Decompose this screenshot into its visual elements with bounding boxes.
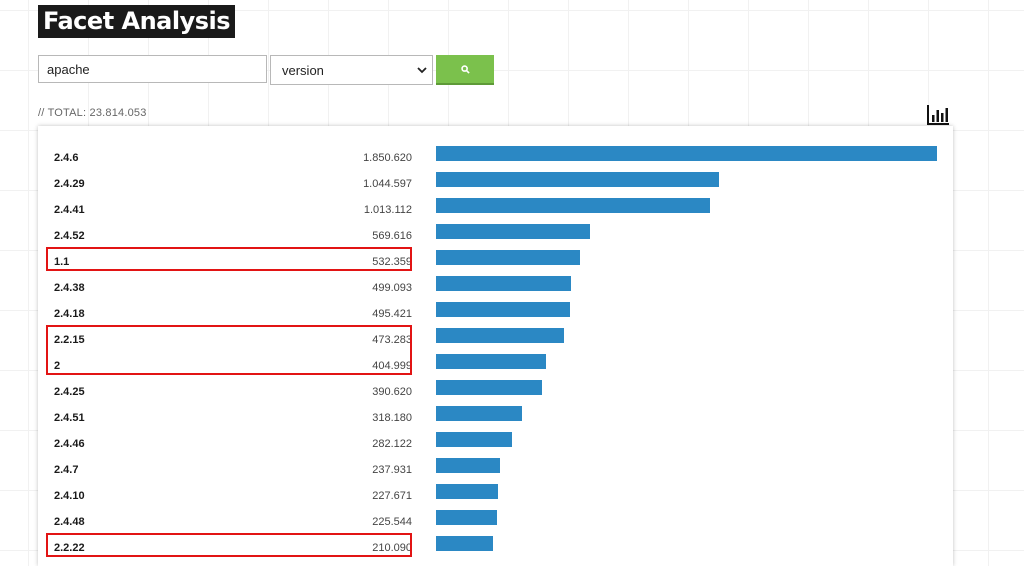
facet-value-label: 2.4.46 <box>54 438 85 450</box>
facet-count: 499.093 <box>372 282 412 294</box>
facet-count: 225.544 <box>372 516 412 528</box>
facet-select[interactable]: version <box>270 55 433 85</box>
facet-value-label: 2.4.29 <box>54 178 85 190</box>
facet-count: 569.616 <box>372 230 412 242</box>
facet-count: 1.044.597 <box>363 178 412 190</box>
search-icon <box>461 65 470 74</box>
facet-bar <box>436 354 546 369</box>
facet-value-label: 2.4.52 <box>54 230 85 242</box>
facet-row[interactable]: 2.2.22 210.090 <box>38 536 953 562</box>
facet-value-label: 2.2.15 <box>54 334 85 346</box>
facet-count: 227.671 <box>372 490 412 502</box>
facet-bar <box>436 276 571 291</box>
facet-count: 532.359 <box>372 256 412 268</box>
facet-row[interactable]: 1.1 532.359 <box>38 250 953 276</box>
chevron-down-icon <box>417 67 427 74</box>
facet-value-label: 2 <box>54 360 61 372</box>
facet-row[interactable]: 2.2.15 473.283 <box>38 328 953 354</box>
facet-value-label: 2.2.22 <box>54 542 85 554</box>
facet-value-label: 2.4.18 <box>54 308 85 320</box>
facet-row[interactable]: 2.4.41 1.013.112 <box>38 198 953 224</box>
page-title: Facet Analysis <box>38 5 236 38</box>
facet-count: 282.122 <box>372 438 412 450</box>
total-count: // TOTAL: 23.814.053 <box>38 107 147 119</box>
facet-bar <box>436 536 493 551</box>
facet-value-label: 2.4.41 <box>54 204 85 216</box>
facet-value-label: 2.4.51 <box>54 412 85 424</box>
facet-bar <box>436 224 590 239</box>
facet-bar <box>436 380 542 395</box>
facet-value-label: 2.4.7 <box>54 464 79 476</box>
facet-row[interactable]: 2.4.10 227.671 <box>38 484 953 510</box>
facet-bar <box>436 250 580 265</box>
facet-count: 1.013.112 <box>363 204 412 216</box>
facet-row[interactable]: 2.4.52 569.616 <box>38 224 953 250</box>
facet-results-panel: 2.4.6 1.850.620 2.4.29 1.044.597 2.4.41 1.013… <box>38 126 953 566</box>
facet-row[interactable]: 2.4.6 1.850.620 <box>38 146 953 172</box>
facet-bar <box>436 328 564 343</box>
facet-row[interactable]: 2.4.51 318.180 <box>38 406 953 432</box>
facet-count: 404.999 <box>372 360 412 372</box>
facet-row[interactable]: 2.4.25 390.620 <box>38 380 953 406</box>
facet-bar <box>436 406 522 421</box>
facet-value-label: 2.4.48 <box>54 516 85 528</box>
facet-row[interactable]: 2.4.48 225.544 <box>38 510 953 536</box>
facet-count: 1.850.620 <box>363 152 412 164</box>
facet-bar <box>436 432 512 447</box>
facet-count: 237.931 <box>372 464 412 476</box>
facet-bar <box>436 198 710 213</box>
facet-bar <box>436 458 500 473</box>
facet-bar <box>436 146 937 161</box>
facet-count: 210.090 <box>372 542 412 554</box>
facet-row[interactable]: 2.4.46 282.122 <box>38 432 953 458</box>
facet-row[interactable]: 2.4.18 495.421 <box>38 302 953 328</box>
facet-bar <box>436 484 498 499</box>
facet-value-label: 2.4.25 <box>54 386 85 398</box>
facet-row[interactable]: 2 404.999 <box>38 354 953 380</box>
facet-bar <box>436 510 497 525</box>
facet-select-value: version <box>282 63 324 78</box>
bar-chart-icon[interactable] <box>926 104 950 126</box>
facet-row[interactable]: 2.4.38 499.093 <box>38 276 953 302</box>
facet-count: 390.620 <box>372 386 412 398</box>
facet-count: 473.283 <box>372 334 412 346</box>
facet-bar <box>436 302 570 317</box>
facet-value-label: 2.4.6 <box>54 152 79 164</box>
facet-bar <box>436 172 719 187</box>
facet-value-label: 2.4.38 <box>54 282 85 294</box>
facet-row[interactable]: 2.4.29 1.044.597 <box>38 172 953 198</box>
facet-value-label: 2.4.10 <box>54 490 85 502</box>
search-input[interactable] <box>38 55 267 83</box>
facet-count: 318.180 <box>372 412 412 424</box>
facet-row[interactable]: 2.4.7 237.931 <box>38 458 953 484</box>
search-button[interactable] <box>436 55 494 85</box>
facet-count: 495.421 <box>372 308 412 320</box>
facet-value-label: 1.1 <box>54 256 70 268</box>
